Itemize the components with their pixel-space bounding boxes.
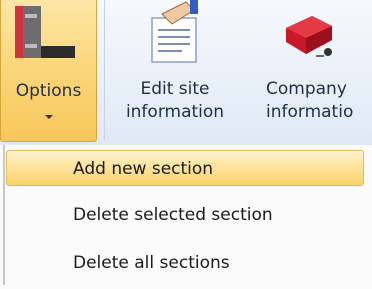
edit-document-icon — [151, 0, 198, 63]
menu-left-gutter — [3, 145, 5, 285]
edit-site-label-line1: Edit site — [140, 79, 210, 99]
chevron-down-icon — [45, 115, 53, 119]
edit-site-information-button[interactable]: Edit site information — [108, 0, 242, 142]
options-label: Options — [15, 81, 82, 101]
company-label-line2: informatio — [266, 102, 354, 122]
menu-item-delete-all-sections[interactable]: Delete all sections — [6, 245, 364, 281]
edit-site-label-line2: information — [125, 102, 225, 122]
company-information-button[interactable]: Company informatio — [252, 0, 372, 142]
company-label: Company informatio — [266, 78, 372, 124]
edit-site-label: Edit site information — [108, 78, 242, 124]
layout-panels-icon — [15, 6, 75, 58]
menu-item-delete-selected-section[interactable]: Delete selected section — [6, 197, 364, 233]
options-button[interactable]: Options — [0, 0, 97, 142]
company-label-line1: Company — [266, 79, 347, 99]
company-device-icon — [286, 16, 332, 57]
ribbon-separator — [104, 0, 105, 140]
menu-item-add-new-section[interactable]: Add new section — [6, 150, 364, 186]
